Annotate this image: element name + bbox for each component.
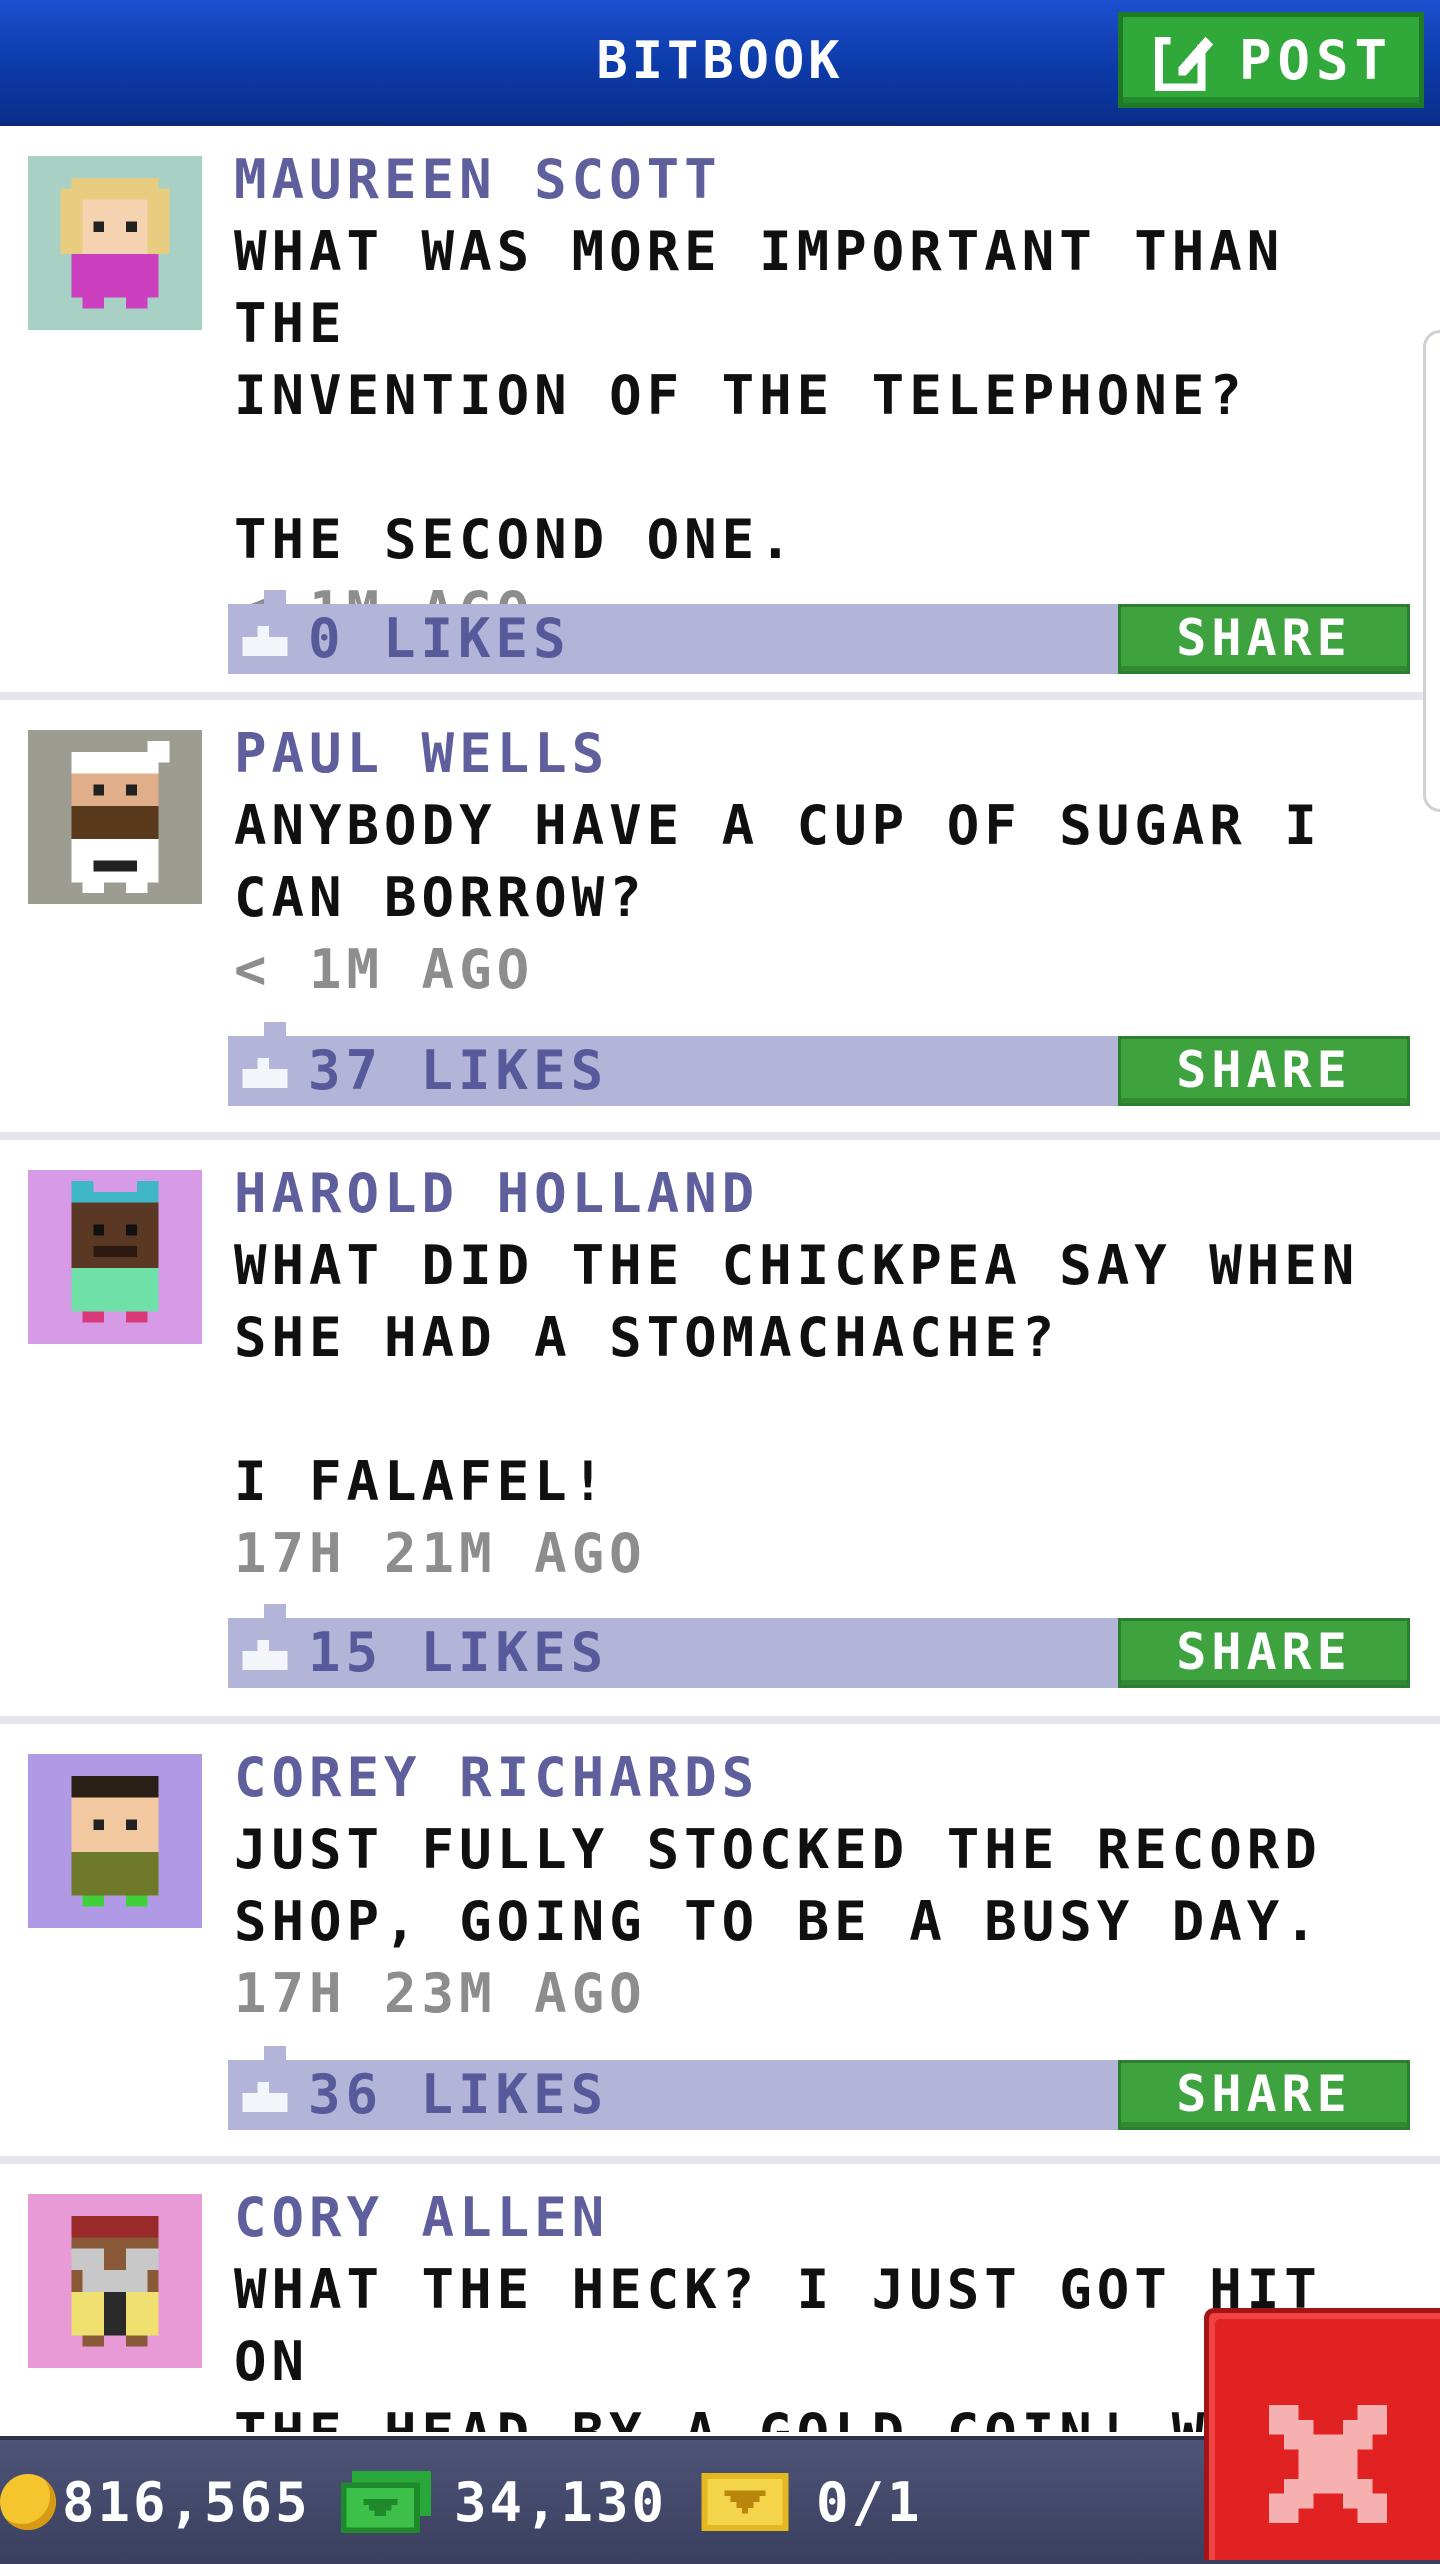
share-button[interactable]: SHARE: [1118, 1036, 1410, 1106]
share-button[interactable]: SHARE: [1118, 1618, 1410, 1688]
avatar[interactable]: [28, 1170, 202, 1344]
edit-icon: [1155, 36, 1214, 91]
post-author[interactable]: COREY RICHARDS: [234, 1742, 1424, 1814]
coin-icon: [0, 2474, 56, 2530]
post-button[interactable]: POST: [1118, 12, 1424, 108]
post-message: WHAT DID THE CHICKPEA SAY WHEN SHE HAD A…: [234, 1234, 1360, 1513]
like-bar: 36 LIKES SHARE: [228, 2046, 1410, 2130]
post-timestamp: 17H 23M AGO: [234, 1962, 647, 2025]
tickets-stat: 0/1: [700, 2440, 923, 2564]
like-count: 37 LIKES: [308, 1039, 609, 1102]
thumbs-up-icon[interactable]: [242, 1636, 288, 1670]
like-bar: 37 LIKES SHARE: [228, 1022, 1410, 1106]
share-button[interactable]: SHARE: [1118, 604, 1410, 674]
app-header: BITBOOK POST: [0, 0, 1440, 126]
bux-stat: 34,130: [340, 2440, 667, 2564]
post-message: WHAT WAS MORE IMPORTANT THAN THE INVENTI…: [234, 220, 1285, 571]
thumbs-up-icon[interactable]: [242, 1054, 288, 1088]
like-count: 0 LIKES: [308, 607, 571, 670]
post-author[interactable]: MAUREEN SCOTT: [234, 144, 1424, 216]
ticket-count: 0/1: [816, 2470, 923, 2534]
post-author[interactable]: HAROLD HOLLAND: [234, 1158, 1424, 1230]
close-button[interactable]: [1204, 2308, 1440, 2560]
like-bar: 0 LIKES SHARE: [228, 590, 1410, 674]
feed-post: PAUL WELLS ANYBODY HAVE A CUP OF SUGAR I…: [0, 700, 1440, 1140]
feed-post: MAUREEN SCOTT WHAT WAS MORE IMPORTANT TH…: [0, 126, 1440, 700]
avatar[interactable]: [28, 2194, 202, 2368]
avatar[interactable]: [28, 730, 202, 904]
ticket-icon: [701, 2473, 789, 2531]
thumbs-up-icon[interactable]: [242, 2078, 288, 2112]
bux-count: 34,130: [454, 2470, 668, 2534]
like-count: 15 LIKES: [308, 1621, 609, 1684]
post-message: JUST FULLY STOCKED THE RECORD SHOP, GOIN…: [234, 1818, 1322, 1953]
thumbs-up-icon[interactable]: [242, 622, 288, 656]
post-author[interactable]: PAUL WELLS: [234, 718, 1424, 790]
feed[interactable]: MAUREEN SCOTT WHAT WAS MORE IMPORTANT TH…: [0, 126, 1440, 2564]
share-button[interactable]: SHARE: [1118, 2060, 1410, 2130]
feed-post: HAROLD HOLLAND WHAT DID THE CHICKPEA SAY…: [0, 1140, 1440, 1724]
avatar[interactable]: [28, 156, 202, 330]
post-timestamp: < 1M AGO: [234, 938, 535, 1001]
post-message: ANYBODY HAVE A CUP OF SUGAR I CAN BORROW…: [234, 794, 1322, 929]
post-author[interactable]: CORY ALLEN: [234, 2182, 1424, 2254]
feed-post: COREY RICHARDS JUST FULLY STOCKED THE RE…: [0, 1724, 1440, 2164]
coin-count: 816,565: [62, 2470, 311, 2534]
post-button-label: POST: [1239, 28, 1394, 92]
close-icon: [1269, 2405, 1387, 2523]
like-bar: 15 LIKES SHARE: [228, 1604, 1410, 1688]
post-timestamp: 17H 21M AGO: [234, 1522, 647, 1585]
scrollbar[interactable]: [1423, 330, 1440, 812]
avatar[interactable]: [28, 1754, 202, 1928]
coins-stat: 816,565: [0, 2440, 311, 2564]
bux-icon: [340, 2471, 432, 2533]
like-count: 36 LIKES: [308, 2063, 609, 2126]
